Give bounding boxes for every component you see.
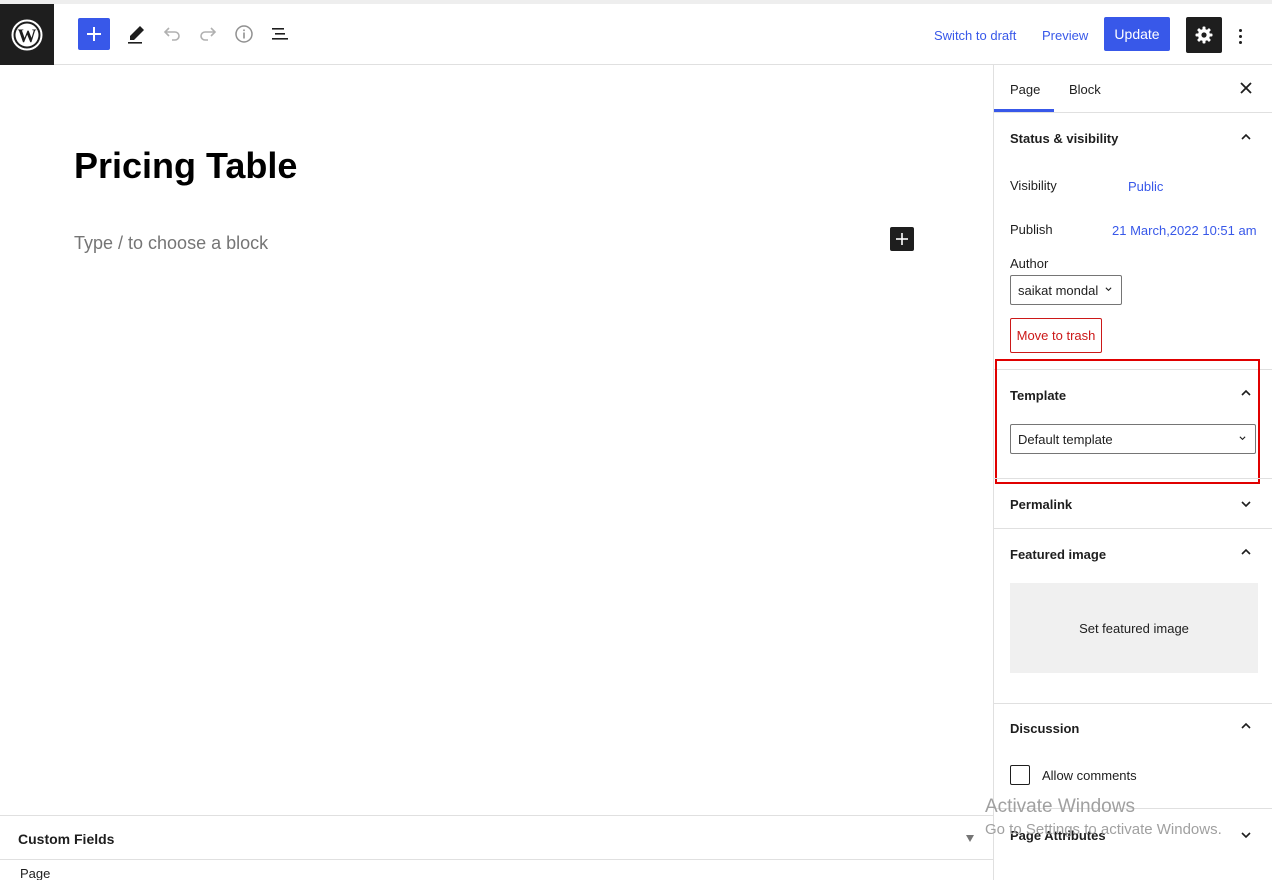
- switch-to-draft-button[interactable]: Switch to draft: [934, 28, 1016, 43]
- update-button[interactable]: Update: [1104, 17, 1170, 51]
- settings-button[interactable]: [1186, 17, 1222, 53]
- plus-icon: [87, 27, 101, 41]
- featured-image-title[interactable]: Featured image: [1010, 547, 1106, 562]
- publish-date-toggle[interactable]: 21 March,2022 10:51 am: [1112, 223, 1257, 238]
- move-to-trash-button[interactable]: Move to trash: [1010, 318, 1102, 353]
- watermark-line-1: Activate Windows: [985, 796, 1135, 817]
- undo-icon: [163, 27, 180, 41]
- svg-text:W: W: [18, 26, 37, 47]
- redo-button[interactable]: [192, 18, 224, 50]
- publish-label: Publish: [1010, 222, 1053, 237]
- tab-page[interactable]: Page: [1010, 82, 1040, 97]
- chevron-down-icon: [1105, 287, 1112, 292]
- settings-sidebar: Page Block Status & visibility Visibilit…: [993, 65, 1272, 880]
- permalink-title[interactable]: Permalink: [1010, 497, 1072, 512]
- pencil-icon: [128, 26, 144, 44]
- undo-button[interactable]: [156, 18, 188, 50]
- allow-comments-checkbox[interactable]: [1010, 765, 1030, 785]
- set-featured-image-button[interactable]: Set featured image: [1010, 583, 1258, 673]
- wordpress-logo-icon[interactable]: W: [0, 4, 54, 65]
- custom-fields-panel[interactable]: Custom Fields: [0, 815, 993, 860]
- highlight-annotation: [995, 359, 1260, 484]
- list-view-icon: [272, 28, 288, 40]
- active-tab-indicator: [994, 109, 1054, 112]
- chevron-down-icon: [1239, 436, 1246, 441]
- info-icon: [235, 25, 253, 43]
- chevron-up-icon[interactable]: [1240, 546, 1252, 558]
- divider: [994, 528, 1272, 529]
- custom-fields-label: Custom Fields: [18, 831, 115, 847]
- divider: [994, 703, 1272, 704]
- chevron-down-icon[interactable]: [1240, 498, 1252, 510]
- plus-icon: [896, 233, 908, 245]
- details-button[interactable]: [228, 18, 260, 50]
- close-icon[interactable]: [1239, 81, 1253, 95]
- template-select[interactable]: Default template: [1010, 424, 1256, 454]
- windows-activation-watermark: Activate Windows Go to Settings to activ…: [985, 796, 1222, 838]
- tools-button[interactable]: [120, 18, 152, 50]
- chevron-down-icon[interactable]: [1240, 829, 1252, 841]
- more-options-button[interactable]: [1230, 24, 1250, 48]
- chevron-up-icon[interactable]: [1240, 131, 1252, 143]
- chevron-up-icon[interactable]: [1240, 720, 1252, 732]
- caret-down-icon[interactable]: [966, 835, 974, 842]
- preview-button[interactable]: Preview: [1042, 28, 1088, 43]
- watermark-line-2: Go to Settings to activate Windows.: [985, 821, 1222, 838]
- visibility-toggle[interactable]: Public: [1128, 179, 1163, 194]
- divider: [994, 478, 1272, 479]
- tab-block[interactable]: Block: [1069, 82, 1101, 97]
- visibility-label: Visibility: [1010, 178, 1057, 193]
- breadcrumb[interactable]: Page: [20, 866, 50, 880]
- chevron-up-icon[interactable]: [1240, 387, 1252, 399]
- editor-header: W Switch to draft Preview Update: [0, 0, 1272, 65]
- author-selected-value: saikat mondal: [1018, 283, 1099, 298]
- template-selected-value: Default template: [1018, 432, 1113, 447]
- inline-add-block-button[interactable]: [890, 227, 914, 251]
- status-visibility-title[interactable]: Status & visibility: [1010, 131, 1118, 146]
- redo-icon: [200, 27, 217, 41]
- discussion-title[interactable]: Discussion: [1010, 721, 1079, 736]
- editor-canvas: Pricing Table Type / to choose a block: [0, 65, 993, 815]
- page-title[interactable]: Pricing Table: [74, 145, 297, 187]
- block-placeholder[interactable]: Type / to choose a block: [74, 233, 268, 254]
- author-label: Author: [1010, 256, 1049, 271]
- list-view-button[interactable]: [264, 18, 296, 50]
- template-title[interactable]: Template: [1010, 388, 1066, 403]
- sidebar-tabs: Page Block: [994, 65, 1272, 113]
- allow-comments-label[interactable]: Allow comments: [1042, 768, 1137, 783]
- author-select[interactable]: saikat mondal: [1010, 275, 1122, 305]
- add-block-button[interactable]: [78, 18, 110, 50]
- gear-icon: [1195, 26, 1213, 44]
